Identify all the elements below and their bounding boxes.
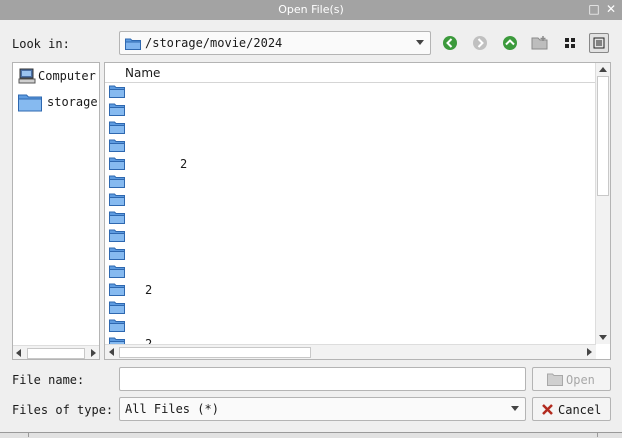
cancel-icon <box>542 404 553 415</box>
file-name-input[interactable] <box>119 367 526 391</box>
computer-icon <box>18 68 36 84</box>
sidebar-item-label: storage <box>47 95 98 109</box>
column-header-name[interactable]: Name <box>105 63 598 83</box>
list-item[interactable] <box>105 119 597 137</box>
back-button[interactable] <box>440 33 460 53</box>
scroll-right-icon[interactable] <box>91 349 96 357</box>
cancel-button[interactable]: Cancel <box>532 397 611 421</box>
list-item-name: 2 <box>180 157 188 171</box>
folder-icon <box>109 211 125 224</box>
scroll-up-icon[interactable] <box>599 67 607 72</box>
scroll-left-icon[interactable] <box>16 349 21 357</box>
folder-icon <box>109 103 125 116</box>
list-item[interactable]: 2 <box>105 155 597 173</box>
folder-icon <box>109 301 125 314</box>
look-in-combo[interactable]: /storage/movie/2024 <box>119 31 431 55</box>
list-item-name: 2 <box>145 283 153 297</box>
horizontal-scrollbar[interactable] <box>105 344 596 359</box>
list-item[interactable]: 2 <box>105 281 597 299</box>
list-item[interactable] <box>105 191 597 209</box>
scrollbar-thumb[interactable] <box>27 348 85 359</box>
folder-icon <box>109 193 125 206</box>
new-folder-button[interactable] <box>530 33 550 53</box>
scrollbar-thumb[interactable] <box>119 347 311 358</box>
window-bottom-edge <box>0 432 622 438</box>
files-of-type-label: Files of type: <box>12 403 114 417</box>
list-item[interactable] <box>105 83 597 101</box>
list-item[interactable] <box>105 263 597 281</box>
open-button[interactable]: Open <box>532 367 611 391</box>
list-item[interactable] <box>105 137 597 155</box>
folder-icon <box>109 247 125 260</box>
arrow-up-icon <box>503 36 517 50</box>
file-name-label: File name: <box>12 373 85 387</box>
detail-view-button[interactable] <box>589 33 609 53</box>
close-icon[interactable]: ✕ <box>603 1 619 17</box>
folder-icon <box>109 121 125 134</box>
sidebar: Computer storage <box>12 62 100 360</box>
new-folder-icon <box>531 36 548 50</box>
vertical-scrollbar[interactable] <box>595 63 610 344</box>
sidebar-horizontal-scrollbar[interactable] <box>13 345 99 359</box>
grid-view-icon <box>565 38 575 48</box>
chevron-down-icon <box>416 40 424 45</box>
title-bar: Open File(s) □ ✕ <box>0 0 622 20</box>
folder-icon <box>109 157 125 170</box>
list-view-icon <box>593 37 605 49</box>
scroll-down-icon[interactable] <box>599 335 607 340</box>
files-of-type-combo[interactable]: All Files (*) <box>119 397 526 421</box>
open-button-label: Open <box>566 373 595 387</box>
list-item[interactable] <box>105 209 597 227</box>
list-item[interactable] <box>105 299 597 317</box>
folder-icon <box>109 283 125 296</box>
list-item[interactable] <box>105 101 597 119</box>
files-of-type-value: All Files (*) <box>125 402 219 416</box>
window-title: Open File(s) <box>278 3 344 16</box>
folder-icon <box>109 85 125 98</box>
scrollbar-thumb[interactable] <box>597 76 609 196</box>
open-folder-icon <box>547 373 563 386</box>
parent-directory-button[interactable] <box>500 33 520 53</box>
sidebar-item-computer[interactable]: Computer <box>16 65 98 87</box>
folder-icon <box>109 265 125 278</box>
status-divider <box>28 432 29 437</box>
list-item[interactable] <box>105 227 597 245</box>
list-item[interactable] <box>105 173 597 191</box>
column-header-label: Name <box>125 66 161 80</box>
folder-icon <box>109 319 125 332</box>
scroll-left-icon[interactable] <box>109 348 114 356</box>
sidebar-item-label: Computer <box>38 69 96 83</box>
look-in-path: /storage/movie/2024 <box>145 36 283 50</box>
folder-icon <box>109 175 125 188</box>
list-item[interactable] <box>105 245 597 263</box>
look-in-label: Look in: <box>12 37 70 51</box>
icon-view-button[interactable] <box>560 33 580 53</box>
scroll-right-icon[interactable] <box>587 348 592 356</box>
folder-icon <box>109 229 125 242</box>
folder-icon <box>18 94 42 112</box>
list-item[interactable] <box>105 317 597 335</box>
chevron-down-icon <box>511 406 519 411</box>
forward-button[interactable] <box>470 33 490 53</box>
cancel-button-label: Cancel <box>558 403 602 417</box>
arrow-left-icon <box>443 36 457 50</box>
maximize-icon[interactable]: □ <box>586 1 602 17</box>
sidebar-item-storage[interactable]: storage <box>16 91 98 113</box>
folder-icon <box>125 38 141 50</box>
arrow-right-icon <box>473 36 487 50</box>
status-divider <box>597 432 598 437</box>
file-list[interactable]: Name 222 <box>104 62 611 360</box>
folder-icon <box>109 139 125 152</box>
